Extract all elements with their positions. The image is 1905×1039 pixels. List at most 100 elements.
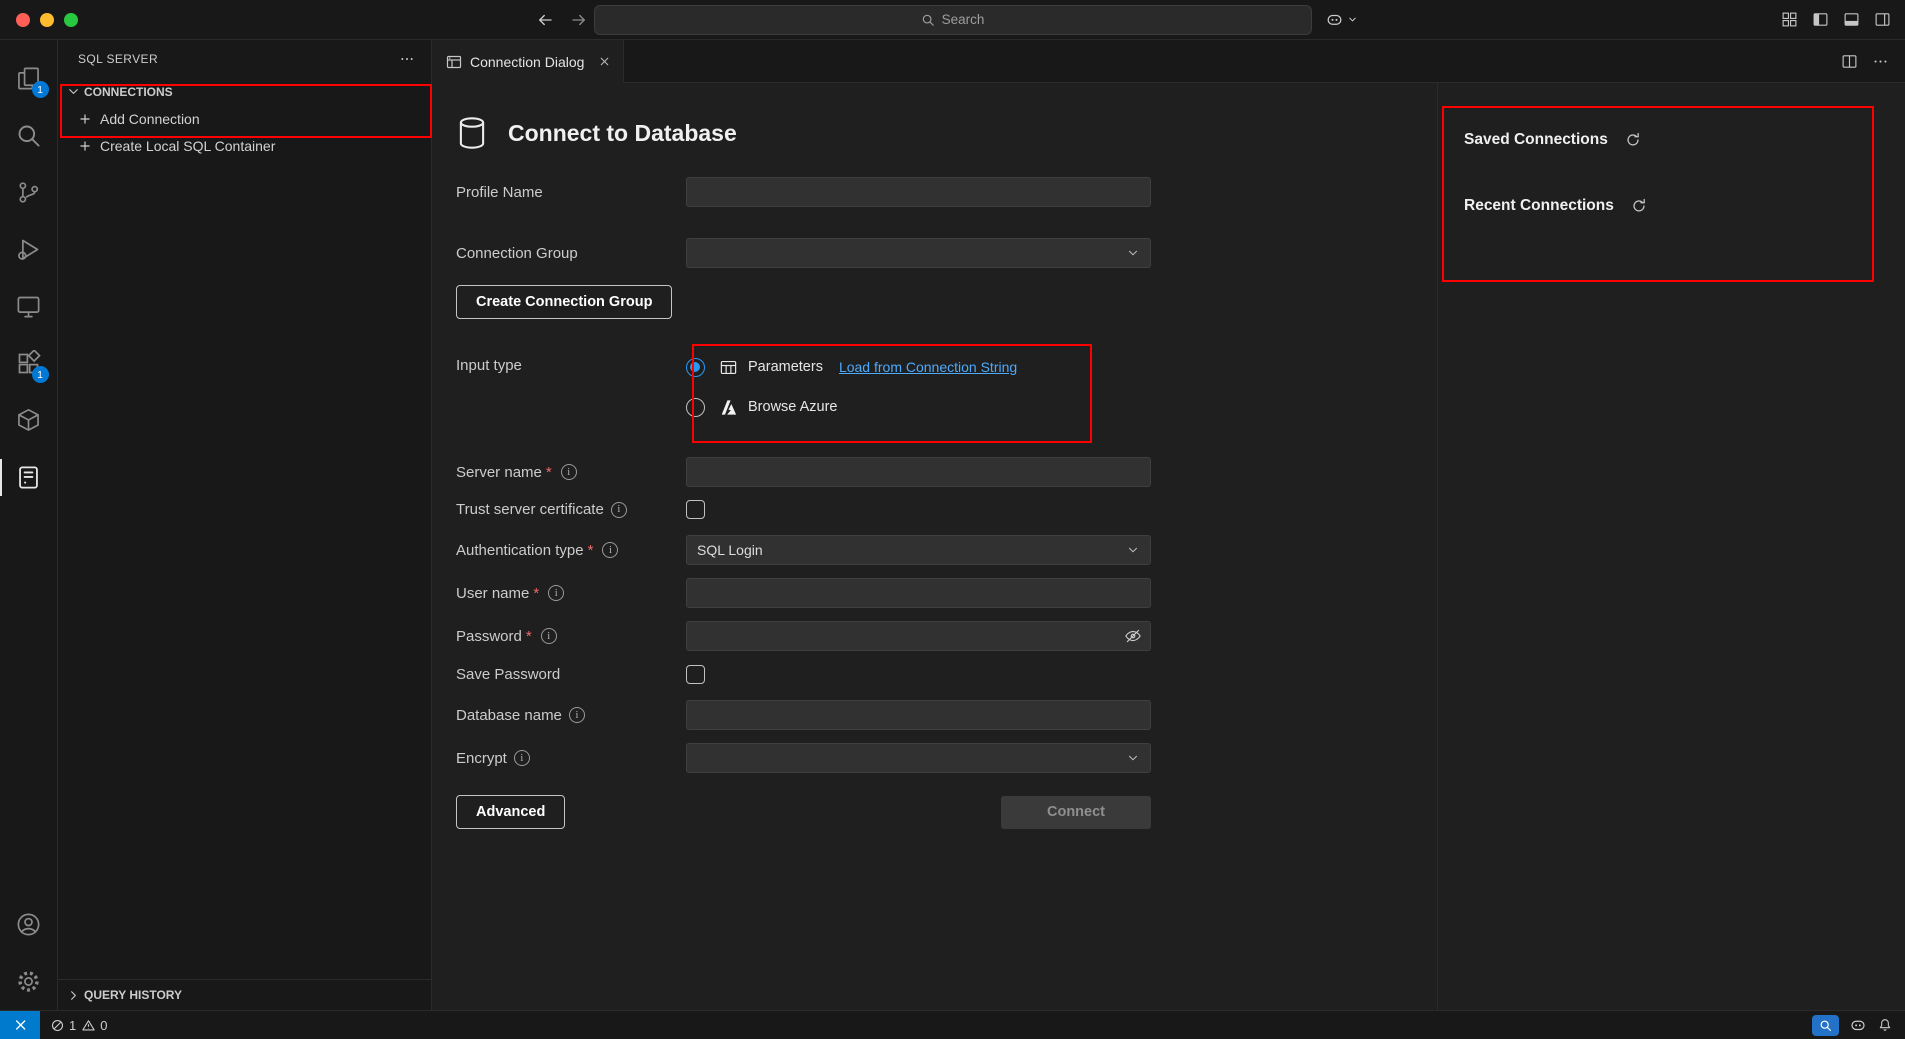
back-arrow-icon[interactable] xyxy=(536,11,554,29)
maximize-window-button[interactable] xyxy=(64,13,78,27)
save-password-row: Save Password xyxy=(456,665,1437,684)
customize-layout-icon[interactable] xyxy=(1781,11,1798,28)
toggle-panel-icon[interactable] xyxy=(1843,11,1860,28)
profile-name-input[interactable] xyxy=(686,177,1151,207)
error-count: 1 xyxy=(69,1018,76,1033)
connection-dialog-form: Connect to Database Profile Name Connect… xyxy=(432,83,1437,1010)
extensions-icon[interactable]: 1 xyxy=(0,335,58,392)
explorer-icon[interactable]: 1 xyxy=(0,50,58,107)
chevron-down-icon xyxy=(1126,751,1140,765)
search-view-icon[interactable] xyxy=(0,107,58,164)
user-name-input[interactable] xyxy=(686,578,1151,608)
input-type-row: Input type Parameters Load from Connecti… xyxy=(456,352,1437,422)
close-window-button[interactable] xyxy=(16,13,30,27)
sql-server-view-icon[interactable] xyxy=(0,449,58,506)
warning-count: 0 xyxy=(100,1018,107,1033)
toggle-secondary-sidebar-icon[interactable] xyxy=(1874,11,1891,28)
parameters-option-label: Parameters xyxy=(748,359,823,375)
server-name-input[interactable] xyxy=(686,457,1151,487)
required-marker: * xyxy=(588,542,594,559)
toggle-password-visibility-icon[interactable] xyxy=(1124,627,1142,645)
copilot-icon xyxy=(1325,10,1344,29)
explorer-badge: 1 xyxy=(32,81,49,98)
server-name-row: Server name * i xyxy=(456,457,1437,487)
advanced-button[interactable]: Advanced xyxy=(456,795,565,829)
add-connection-item[interactable]: Add Connection xyxy=(58,105,431,132)
input-type-label: Input type xyxy=(456,357,522,374)
database-icon xyxy=(456,116,488,150)
extensions-badge: 1 xyxy=(32,366,49,383)
save-password-checkbox[interactable] xyxy=(686,665,705,684)
password-label: Password xyxy=(456,628,522,645)
close-icon[interactable] xyxy=(598,55,611,68)
remote-explorer-icon[interactable] xyxy=(0,278,58,335)
info-icon[interactable]: i xyxy=(569,707,585,723)
layout-controls xyxy=(1781,11,1891,28)
search-placeholder: Search xyxy=(942,12,985,27)
trust-server-certificate-checkbox[interactable] xyxy=(686,500,705,519)
connections-section-header[interactable]: CONNECTIONS xyxy=(58,78,431,105)
authentication-type-label: Authentication type xyxy=(456,542,584,559)
minimize-window-button[interactable] xyxy=(40,13,54,27)
accounts-icon[interactable] xyxy=(0,896,58,953)
toggle-primary-sidebar-icon[interactable] xyxy=(1812,11,1829,28)
encrypt-select[interactable] xyxy=(686,743,1151,773)
info-icon[interactable]: i xyxy=(514,750,530,766)
authentication-type-select[interactable]: SQL Login xyxy=(686,535,1151,565)
status-bar: 1 0 xyxy=(0,1010,1905,1039)
create-local-sql-container-item[interactable]: Create Local SQL Container xyxy=(58,132,431,159)
create-connection-group-row: Create Connection Group xyxy=(456,285,1437,319)
database-name-row: Database name i xyxy=(456,700,1437,730)
create-connection-group-button[interactable]: Create Connection Group xyxy=(456,285,672,319)
warning-icon xyxy=(81,1018,95,1033)
remote-indicator[interactable] xyxy=(0,1011,40,1039)
refresh-icon[interactable] xyxy=(1630,197,1648,215)
tab-bar: Connection Dialog xyxy=(432,40,1905,83)
search-icon xyxy=(921,13,935,27)
split-editor-icon[interactable] xyxy=(1841,53,1858,70)
plus-icon xyxy=(78,139,92,153)
parameters-radio[interactable] xyxy=(686,358,705,377)
editor-group: Connection Dialog xyxy=(432,40,1905,1010)
info-icon[interactable]: i xyxy=(611,502,627,518)
run-and-debug-icon[interactable] xyxy=(0,221,58,278)
info-icon[interactable]: i xyxy=(548,585,564,601)
tab-connection-dialog[interactable]: Connection Dialog xyxy=(432,40,624,83)
azure-icon xyxy=(719,398,738,417)
settings-gear-icon[interactable] xyxy=(0,953,58,1010)
info-icon[interactable]: i xyxy=(602,542,618,558)
editor-more-actions-icon[interactable] xyxy=(1872,53,1889,70)
command-center-search[interactable]: Search xyxy=(594,5,1312,35)
sidebar-more-actions-icon[interactable] xyxy=(399,51,415,67)
authentication-type-row: Authentication type * i SQL Login xyxy=(456,535,1437,565)
query-history-section-header[interactable]: QUERY HISTORY xyxy=(58,980,431,1010)
containers-icon[interactable] xyxy=(0,392,58,449)
form-buttons-row: Advanced Connect xyxy=(456,795,1151,829)
chevron-down-icon xyxy=(1126,246,1140,260)
connect-button[interactable]: Connect xyxy=(1001,796,1151,829)
tab-title: Connection Dialog xyxy=(470,54,584,70)
copilot-menu[interactable] xyxy=(1325,10,1358,29)
input-type-radio-group: Parameters Load from Connection String B… xyxy=(686,352,1017,422)
copilot-status-icon[interactable] xyxy=(1849,1016,1867,1034)
browse-azure-radio[interactable] xyxy=(686,398,705,417)
connections-side-panel: Saved Connections Recent Connections xyxy=(1437,83,1905,1010)
application-window: Search xyxy=(0,0,1905,1039)
connection-group-select[interactable] xyxy=(686,238,1151,268)
chevron-down-icon xyxy=(1347,14,1358,25)
refresh-icon[interactable] xyxy=(1624,131,1642,149)
zoom-status-icon[interactable] xyxy=(1812,1015,1839,1036)
info-icon[interactable]: i xyxy=(541,628,557,644)
forward-arrow-icon[interactable] xyxy=(570,11,588,29)
source-control-icon[interactable] xyxy=(0,164,58,221)
load-from-connection-string-link[interactable]: Load from Connection String xyxy=(839,359,1017,375)
database-name-input[interactable] xyxy=(686,700,1151,730)
notifications-bell-icon[interactable] xyxy=(1877,1017,1893,1033)
info-icon[interactable]: i xyxy=(561,464,577,480)
chevron-down-icon xyxy=(66,84,81,99)
password-input[interactable] xyxy=(686,621,1151,651)
authentication-type-value: SQL Login xyxy=(697,542,763,558)
required-marker: * xyxy=(526,628,532,645)
server-name-label: Server name xyxy=(456,464,542,481)
problems-status[interactable]: 1 0 xyxy=(40,1011,117,1039)
